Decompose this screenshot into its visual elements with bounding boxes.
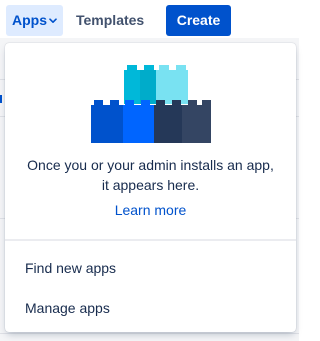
- top-navigation: Apps Templates Create: [0, 0, 299, 38]
- apps-label: Apps: [12, 12, 47, 28]
- building-blocks-illustration: [91, 65, 211, 143]
- learn-more-link[interactable]: Learn more: [5, 200, 296, 220]
- chevron-down-icon: [49, 18, 57, 23]
- empty-state-line-2: it appears here.: [101, 177, 200, 193]
- menu-divider: [5, 239, 296, 241]
- manage-apps-item[interactable]: Manage apps: [5, 289, 296, 327]
- find-new-apps-item[interactable]: Find new apps: [5, 249, 296, 287]
- empty-state-line-1: Once you or your admin installs an app,: [27, 157, 274, 173]
- templates-nav-link[interactable]: Templates: [72, 5, 148, 36]
- background-indicator: [0, 95, 2, 103]
- apps-menu-button[interactable]: Apps: [6, 5, 63, 36]
- background-divider: [0, 333, 299, 334]
- create-button[interactable]: Create: [166, 5, 231, 36]
- apps-dropdown: Once you or your admin installs an app, …: [5, 43, 296, 332]
- empty-state-message: Once you or your admin installs an app, …: [5, 155, 296, 195]
